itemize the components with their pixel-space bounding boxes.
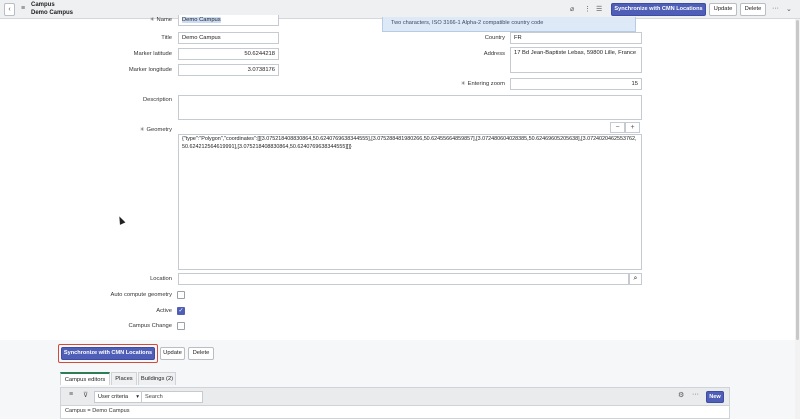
auto-compute-label: Auto compute geometry xyxy=(110,292,172,298)
marker-latitude-label: Marker latitude xyxy=(133,51,172,57)
address-field[interactable]: 17 Bd Jean-Baptiste Lebas, 59800 Lille, … xyxy=(510,47,642,73)
name-field[interactable]: Demo Campus xyxy=(178,15,279,26)
back-button[interactable]: ‹ xyxy=(4,3,15,16)
tab-places[interactable]: Places xyxy=(111,372,137,385)
location-label: Location xyxy=(150,276,172,282)
mandatory-icon: ✳ xyxy=(149,17,155,23)
description-label: Description xyxy=(143,97,172,103)
header-update-button[interactable]: Update xyxy=(709,3,737,16)
record-name: Demo Campus xyxy=(31,9,74,16)
marker-longitude-label: Marker longitude xyxy=(128,67,172,73)
auto-compute-checkbox[interactable] xyxy=(177,291,185,299)
mandatory-icon: ✳ xyxy=(460,81,466,87)
entering-zoom-field[interactable]: 15 xyxy=(510,78,642,90)
header-sync-button[interactable]: Synchronize with CMN Locations xyxy=(611,3,706,16)
mandatory-icon: ✳ xyxy=(139,127,145,133)
gear-icon[interactable]: ⚙ xyxy=(678,391,684,399)
chevron-left-icon: ‹ xyxy=(8,6,11,13)
marker-longitude-field[interactable]: 3.0738176 xyxy=(178,64,279,76)
name-value: Demo Campus xyxy=(182,17,221,23)
table-label: Campus xyxy=(31,2,55,8)
address-label: Address xyxy=(483,51,505,57)
title-field[interactable]: Demo Campus xyxy=(178,32,279,44)
location-field[interactable] xyxy=(178,273,629,285)
location-lookup-icon[interactable]: ⌕ xyxy=(629,273,642,285)
mouse-cursor-icon xyxy=(116,215,126,225)
country-field[interactable]: FR xyxy=(510,32,642,44)
campus-change-checkbox[interactable] xyxy=(177,322,185,330)
footer-sync-button[interactable]: Synchronize with CMN Locations xyxy=(61,347,155,360)
scrollbar-thumb[interactable] xyxy=(796,20,799,340)
tab-buildings[interactable]: Buildings (2) xyxy=(138,372,176,385)
filter-select[interactable]: User criteria ▾ xyxy=(94,391,142,403)
activity-stream-icon[interactable]: ⋮ xyxy=(584,5,591,13)
more-options-icon[interactable]: ··· xyxy=(772,5,779,12)
paperclip-icon[interactable]: ⌀ xyxy=(570,5,574,13)
check-icon: ✓ xyxy=(178,308,184,314)
name-label: ✳ Name xyxy=(149,17,172,23)
list-menu-icon[interactable]: ≡ xyxy=(69,391,73,398)
country-hint: Two characters, ISO 3166-1 Alpha-2 compa… xyxy=(382,17,636,32)
minus-icon[interactable]: − xyxy=(610,122,625,133)
active-label: Active xyxy=(156,308,172,314)
entering-zoom-label: ✳ Entering zoom xyxy=(460,81,505,87)
new-button[interactable]: New xyxy=(706,391,724,403)
geometry-zoom-controls: − + xyxy=(610,122,642,133)
country-label: Country xyxy=(484,35,505,41)
title-label: Title xyxy=(161,35,172,41)
caret-down-icon: ▾ xyxy=(136,394,139,400)
tab-campus-editors[interactable]: Campus editors xyxy=(60,372,110,385)
geometry-label: ✳ Geometry xyxy=(139,127,172,133)
settings-sliders-icon[interactable]: ☰ xyxy=(596,5,602,13)
filter-icon[interactable]: ⊽ xyxy=(83,391,88,399)
breadcrumb[interactable]: Campus = Demo Campus xyxy=(60,406,730,419)
chevron-down-icon[interactable]: ⌄ xyxy=(786,5,792,13)
marker-latitude-field[interactable]: 50.6244218 xyxy=(178,48,279,60)
geometry-field[interactable]: {"type":"Polygon","coordinates":[[[3.075… xyxy=(178,134,642,270)
plus-icon[interactable]: + xyxy=(625,122,640,133)
footer-update-button[interactable]: Update xyxy=(160,347,185,360)
active-checkbox[interactable]: ✓ xyxy=(177,307,185,315)
context-menu-icon[interactable]: ≡ xyxy=(21,5,25,12)
footer-delete-button[interactable]: Delete xyxy=(188,347,214,360)
more-options-icon[interactable]: ··· xyxy=(692,391,699,398)
form-title: Campus Demo Campus xyxy=(31,2,73,17)
related-list-toolbar: ≡ ⊽ User criteria ▾ Search ⚙ ··· New xyxy=(60,387,730,406)
search-input[interactable]: Search xyxy=(141,391,203,403)
campus-change-label: Campus Change xyxy=(128,323,172,329)
header-delete-button[interactable]: Delete xyxy=(740,3,766,16)
description-field[interactable] xyxy=(178,95,642,120)
